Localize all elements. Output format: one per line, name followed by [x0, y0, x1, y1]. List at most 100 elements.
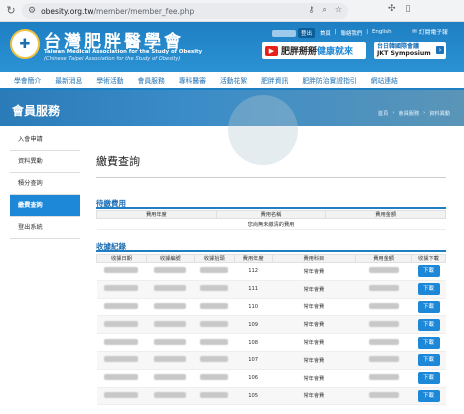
- fee-item: 常年會費: [272, 351, 356, 370]
- column-header: 費用金額: [325, 210, 446, 219]
- youtube-play-icon: ▶: [265, 45, 278, 56]
- receipt-title-blurred: [200, 285, 229, 292]
- top-links: 首頁 | 聯絡我們 | English: [320, 29, 392, 37]
- breadcrumb-home[interactable]: 首頁: [378, 110, 388, 117]
- receipt-date-blurred: [104, 356, 139, 363]
- logout-button[interactable]: 登出: [298, 28, 316, 38]
- breadcrumb-member[interactable]: 會員服務: [398, 110, 419, 117]
- table-row: 111 常年會費 下載: [96, 280, 446, 299]
- key-icon[interactable]: ⚷: [308, 5, 314, 15]
- receipt-title-blurred: [200, 267, 229, 274]
- receipt-title-blurred: [200, 320, 229, 327]
- extensions-icon[interactable]: ✣: [388, 4, 396, 14]
- nav-item-member[interactable]: 會員服務: [138, 75, 165, 85]
- zoom-icon[interactable]: ⌕: [322, 5, 326, 15]
- sidebar-item-credits[interactable]: 積分查詢: [10, 173, 80, 195]
- fee-item: 常年會費: [272, 315, 356, 335]
- table-row: 108 常年會費 下載: [96, 333, 446, 352]
- sidebar: 入會申請 資料異動 積分查詢 繳費查詢 登出系統: [10, 129, 80, 239]
- fee-year: 107: [234, 351, 273, 370]
- site-name-en: Taiwan Medical Association for the Study…: [44, 49, 203, 55]
- receipt-title-blurred: [200, 356, 229, 363]
- download-button[interactable]: 下載: [417, 372, 440, 385]
- jkt-symposium-banner[interactable]: 台日韓國際會議 JKT Symposium ›: [374, 42, 446, 59]
- receipt-number-blurred: [154, 267, 187, 274]
- receipt-number-blurred: [154, 391, 187, 398]
- reload-icon[interactable]: ↻: [0, 4, 22, 17]
- fee-year: 106: [234, 369, 273, 388]
- site-info-icon[interactable]: ⚙: [28, 6, 36, 16]
- fee-year: 108: [234, 333, 273, 352]
- fee-amount-blurred: [368, 356, 399, 363]
- download-button[interactable]: 下載: [417, 283, 440, 296]
- bookmark-star-icon[interactable]: ☆: [335, 5, 342, 15]
- fee-amount-blurred: [368, 285, 399, 292]
- receipt-date-blurred: [104, 320, 139, 327]
- nav-item-gallery[interactable]: 活動花絮: [220, 75, 247, 85]
- nav-item-guideline[interactable]: 肥胖防治實證指引: [302, 75, 356, 85]
- nav-item-info[interactable]: 肥胖資訊: [261, 75, 288, 85]
- fee-amount-blurred: [368, 320, 399, 327]
- youtube-banner[interactable]: ▶ 肥胖掰掰 健康就來: [262, 42, 366, 59]
- mail-icon: ✉: [412, 28, 417, 35]
- fee-amount-blurred: [368, 338, 399, 345]
- receipt-number-blurred: [154, 285, 187, 292]
- column-header: 收據下載: [411, 254, 446, 263]
- receipt-title-blurred: [200, 391, 229, 398]
- fee-item: 常年會費: [272, 262, 356, 281]
- receipt-date-blurred: [104, 338, 139, 345]
- fee-item: 常年會費: [272, 369, 356, 388]
- fee-year: 105: [234, 387, 273, 406]
- receipt-number-blurred: [154, 320, 187, 327]
- fee-amount-blurred: [368, 267, 399, 274]
- column-header: 收據編號: [145, 254, 195, 263]
- download-button[interactable]: 下載: [417, 318, 440, 331]
- sidebar-item-profile[interactable]: 資料異動: [10, 151, 80, 173]
- download-button[interactable]: 下載: [417, 389, 440, 402]
- top-link-contact[interactable]: 聯絡我們: [341, 29, 363, 37]
- top-link-home[interactable]: 首頁: [320, 29, 331, 37]
- fee-amount-blurred: [368, 302, 399, 309]
- download-button[interactable]: 下載: [417, 354, 440, 367]
- column-header: 收據抬頭: [193, 254, 235, 263]
- receipt-date-blurred: [104, 391, 139, 398]
- pending-table: 費用年度 費用名稱 費用金額 您尚無未繳清的費用: [96, 210, 446, 230]
- download-button[interactable]: 下載: [417, 265, 440, 278]
- nav-item-links[interactable]: 網站連結: [371, 75, 398, 85]
- fee-item: 常年會費: [272, 298, 356, 317]
- table-row: 107 常年會費 下載: [96, 351, 446, 370]
- column-header: 費用年度: [96, 210, 217, 219]
- address-bar[interactable]: ⚙ obesity.org.tw/member/member_fee.php ⚷…: [22, 3, 348, 19]
- site-name-en2: (Chinese Taipei Association for the Stud…: [44, 56, 181, 62]
- fee-amount-blurred: [368, 391, 399, 398]
- sidebar-item-apply[interactable]: 入會申請: [10, 129, 80, 151]
- fee-amount-blurred: [368, 374, 399, 381]
- sidebar-item-payment[interactable]: 繳費查詢: [10, 195, 80, 217]
- download-button[interactable]: 下載: [417, 336, 440, 349]
- sidebar-item-logout[interactable]: 登出系統: [10, 217, 80, 239]
- table-row: 105 常年會費 下載: [96, 387, 446, 406]
- table-row: 112 常年會費 下載: [96, 262, 446, 281]
- nav-item-academic[interactable]: 學術活動: [96, 75, 123, 85]
- nav-item-news[interactable]: 最新消息: [55, 75, 82, 85]
- nav-item-specialist[interactable]: 專科醫審: [179, 75, 206, 85]
- divider: [96, 207, 446, 209]
- receipt-number-blurred: [154, 374, 187, 381]
- receipt-date-blurred: [104, 302, 139, 309]
- main-nav: 學會簡介 最新消息 學術活動 會員服務 專科醫審 活動花絮 肥胖資訊 肥胖防治實…: [0, 72, 464, 90]
- breadcrumb-current: 資料異動: [429, 111, 450, 117]
- download-button[interactable]: 下載: [417, 300, 440, 313]
- receipt-number-blurred: [154, 302, 187, 309]
- browser-toolbar: ↻ ⚙ obesity.org.tw/member/member_fee.php…: [0, 0, 464, 22]
- nav-item-about[interactable]: 學會簡介: [14, 75, 41, 85]
- receipt-title-blurred: [200, 338, 229, 345]
- fee-year: 112: [234, 262, 273, 281]
- sidebar-icon[interactable]: ▯: [406, 4, 411, 14]
- column-header: 費用科目: [271, 254, 357, 263]
- column-header: 費用金額: [355, 254, 413, 263]
- association-logo[interactable]: ✚: [10, 29, 40, 59]
- top-link-english[interactable]: English: [372, 29, 391, 37]
- subscribe-link[interactable]: ✉ 訂閱電子報: [412, 27, 448, 37]
- table-row: 109 常年會費 下載: [96, 315, 446, 335]
- fee-year: 110: [234, 298, 273, 317]
